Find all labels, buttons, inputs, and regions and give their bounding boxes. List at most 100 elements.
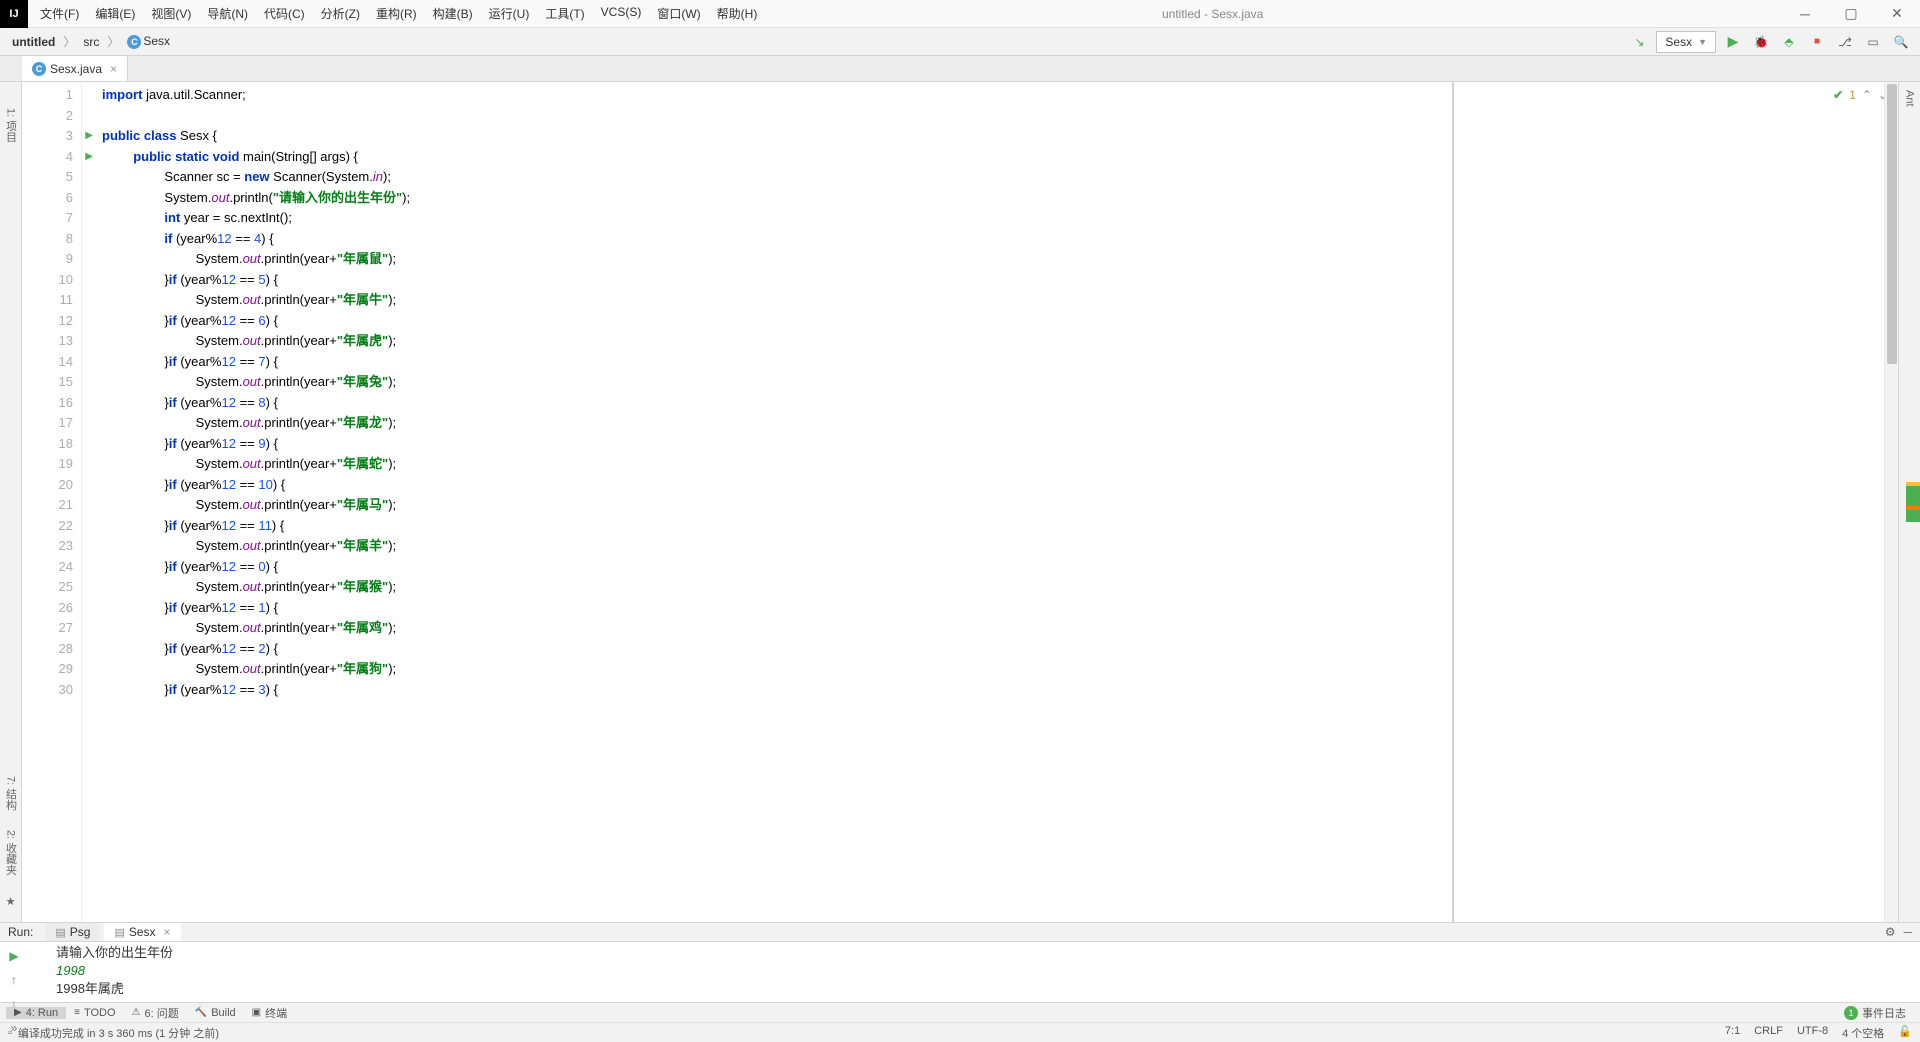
app-icon: ▤ <box>55 926 65 939</box>
restore-button[interactable]: ▢ <box>1828 0 1874 28</box>
line-num: 22 <box>22 516 73 537</box>
menu-tools[interactable]: 工具(T) <box>539 2 590 25</box>
minimize-icon[interactable]: ─ <box>1903 925 1912 939</box>
analysis-pane: ✔ 1 ⌃ ⌄ <box>1453 82 1898 922</box>
line-num: 27 <box>22 618 73 639</box>
scrollbar-vertical[interactable] <box>1884 82 1898 922</box>
breadcrumb-folder[interactable]: src <box>79 33 103 51</box>
run-config-dropdown[interactable]: Sesx ▼ <box>1656 31 1716 53</box>
run-gutter-icon[interactable]: ▶ <box>85 126 93 147</box>
line-num: 26 <box>22 598 73 619</box>
bookmark-icon[interactable]: ★ <box>2 889 19 914</box>
class-icon: C <box>32 62 46 76</box>
error-stripe[interactable] <box>1906 482 1920 522</box>
chevron-up-icon[interactable]: ⌃ <box>1862 88 1872 102</box>
run-tool-window: Run: ▤ Psg ▤ Sesx × ⚙ ─ ▶ ↑ ↓ » 请输入你的出生年… <box>0 922 1920 1002</box>
window-controls: ─ ▢ ✕ <box>1782 0 1920 28</box>
toolbar-right: ↘ Sesx ▼ ▶ 🐞 ⬘ ■ ⎇ ▭ 🔍 <box>1628 31 1912 53</box>
tab-sesx[interactable]: C Sesx.java × <box>22 56 128 81</box>
indent-setting[interactable]: 4 个空格 <box>1842 1025 1884 1041</box>
menu-help[interactable]: 帮助(H) <box>711 2 764 25</box>
cursor-position[interactable]: 7:1 <box>1725 1025 1740 1041</box>
gear-icon[interactable]: ⚙ <box>1885 925 1896 939</box>
run-tab-psg[interactable]: ▤ Psg <box>45 923 100 941</box>
minimize-button[interactable]: ─ <box>1782 0 1828 28</box>
close-icon[interactable]: × <box>164 925 171 939</box>
tool-favorites[interactable]: 2: 收藏夹 <box>1 824 21 881</box>
editor-tabs: C Sesx.java × <box>0 56 1920 82</box>
run-gutter-icon[interactable]: ▶ <box>85 147 93 168</box>
line-num: 9 <box>22 249 73 270</box>
menu-analyze[interactable]: 分析(Z) <box>315 2 366 25</box>
run-tab-sesx[interactable]: ▤ Sesx × <box>104 923 180 941</box>
line-num: 2 <box>22 106 73 127</box>
menu-file[interactable]: 文件(F) <box>34 2 85 25</box>
menu-code[interactable]: 代码(C) <box>258 2 311 25</box>
app-icon: ▤ <box>114 926 124 939</box>
line-num: 17 <box>22 413 73 434</box>
line-num: 3▶ <box>22 126 73 147</box>
tool-events[interactable]: 1事件日志 <box>1836 1005 1914 1021</box>
chevron-right-icon: 〉 <box>107 33 119 50</box>
debug-button[interactable]: 🐞 <box>1750 31 1772 53</box>
menu-vcs[interactable]: VCS(S) <box>595 2 648 25</box>
lock-icon[interactable]: 🔓 <box>1898 1025 1912 1041</box>
nav-bar: untitled 〉 src 〉 CSesx ↘ Sesx ▼ ▶ 🐞 ⬘ ■ … <box>0 28 1920 56</box>
menu-refactor[interactable]: 重构(R) <box>370 2 423 25</box>
layout-icon[interactable]: ▭ <box>1862 31 1884 53</box>
breadcrumb: untitled 〉 src 〉 CSesx <box>8 32 174 51</box>
play-icon: ▶ <box>14 1007 22 1018</box>
tool-run[interactable]: ▶4: Run <box>6 1007 66 1019</box>
line-num: 23 <box>22 536 73 557</box>
stop-button[interactable]: ■ <box>1806 31 1828 53</box>
tool-problems[interactable]: ⚠6: 问题 <box>124 1005 187 1021</box>
tool-project[interactable]: 1: 项目 <box>1 102 21 148</box>
warning-count[interactable]: 1 <box>1849 88 1856 102</box>
run-title: Run: <box>8 925 33 939</box>
build-icon[interactable]: ↘ <box>1628 31 1650 53</box>
list-icon: ≡ <box>74 1007 80 1018</box>
menu-window[interactable]: 窗口(W) <box>651 2 706 25</box>
menu-build[interactable]: 构建(B) <box>427 2 479 25</box>
breadcrumb-file[interactable]: CSesx <box>123 32 174 51</box>
tool-terminal[interactable]: ▣终端 <box>244 1005 295 1021</box>
title-bar: IJ 文件(F) 编辑(E) 视图(V) 导航(N) 代码(C) 分析(Z) 重… <box>0 0 1920 28</box>
line-num: 12 <box>22 311 73 332</box>
rerun-button[interactable]: ▶ <box>4 946 24 966</box>
terminal-icon: ▣ <box>252 1007 261 1018</box>
menu-edit[interactable]: 编辑(E) <box>89 2 141 25</box>
line-num: 4▶ <box>22 147 73 168</box>
file-encoding[interactable]: UTF-8 <box>1797 1025 1828 1041</box>
status-message: 编译成功完成 in 3 s 360 ms (1 分钟 之前) <box>18 1025 219 1041</box>
editor: 1 2 3▶ 4▶ 5 6 7 8 9 10 11 12 13 14 15 16… <box>22 82 1898 922</box>
tool-todo[interactable]: ≡TODO <box>66 1007 123 1019</box>
tool-build[interactable]: 🔨Build <box>187 1007 244 1019</box>
menu-bar: 文件(F) 编辑(E) 视图(V) 导航(N) 代码(C) 分析(Z) 重构(R… <box>34 2 763 25</box>
line-num: 16 <box>22 393 73 414</box>
code-area[interactable]: import java.util.Scanner; public class S… <box>82 82 1452 922</box>
tool-window-icon[interactable]: ▫ <box>8 1027 12 1039</box>
line-num: 8 <box>22 229 73 250</box>
breadcrumb-project[interactable]: untitled <box>8 33 59 51</box>
line-num: 30 <box>22 680 73 701</box>
chevron-down-icon: ▼ <box>1698 37 1707 47</box>
close-button[interactable]: ✕ <box>1874 0 1920 28</box>
line-separator[interactable]: CRLF <box>1754 1025 1783 1041</box>
gutter: 1 2 3▶ 4▶ 5 6 7 8 9 10 11 12 13 14 15 16… <box>22 82 82 922</box>
up-arrow-icon[interactable]: ↑ <box>4 970 24 990</box>
run-button[interactable]: ▶ <box>1722 31 1744 53</box>
scroll-thumb[interactable] <box>1887 84 1897 364</box>
menu-view[interactable]: 视图(V) <box>145 2 197 25</box>
chevron-right-icon: 〉 <box>63 33 75 50</box>
coverage-button[interactable]: ⬘ <box>1778 31 1800 53</box>
close-icon[interactable]: × <box>110 62 117 76</box>
vcs-icon[interactable]: ⎇ <box>1834 31 1856 53</box>
line-num: 19 <box>22 454 73 475</box>
window-title: untitled - Sesx.java <box>763 7 1782 21</box>
menu-navigate[interactable]: 导航(N) <box>201 2 254 25</box>
search-icon[interactable]: 🔍 <box>1890 31 1912 53</box>
menu-run[interactable]: 运行(U) <box>483 2 536 25</box>
tool-structure[interactable]: 7: 结构 <box>1 770 21 816</box>
tool-ant[interactable]: Ant <box>1902 86 1918 111</box>
console-output[interactable]: 请输入你的出生年份 1998 1998年属虎 <box>50 942 1920 1042</box>
